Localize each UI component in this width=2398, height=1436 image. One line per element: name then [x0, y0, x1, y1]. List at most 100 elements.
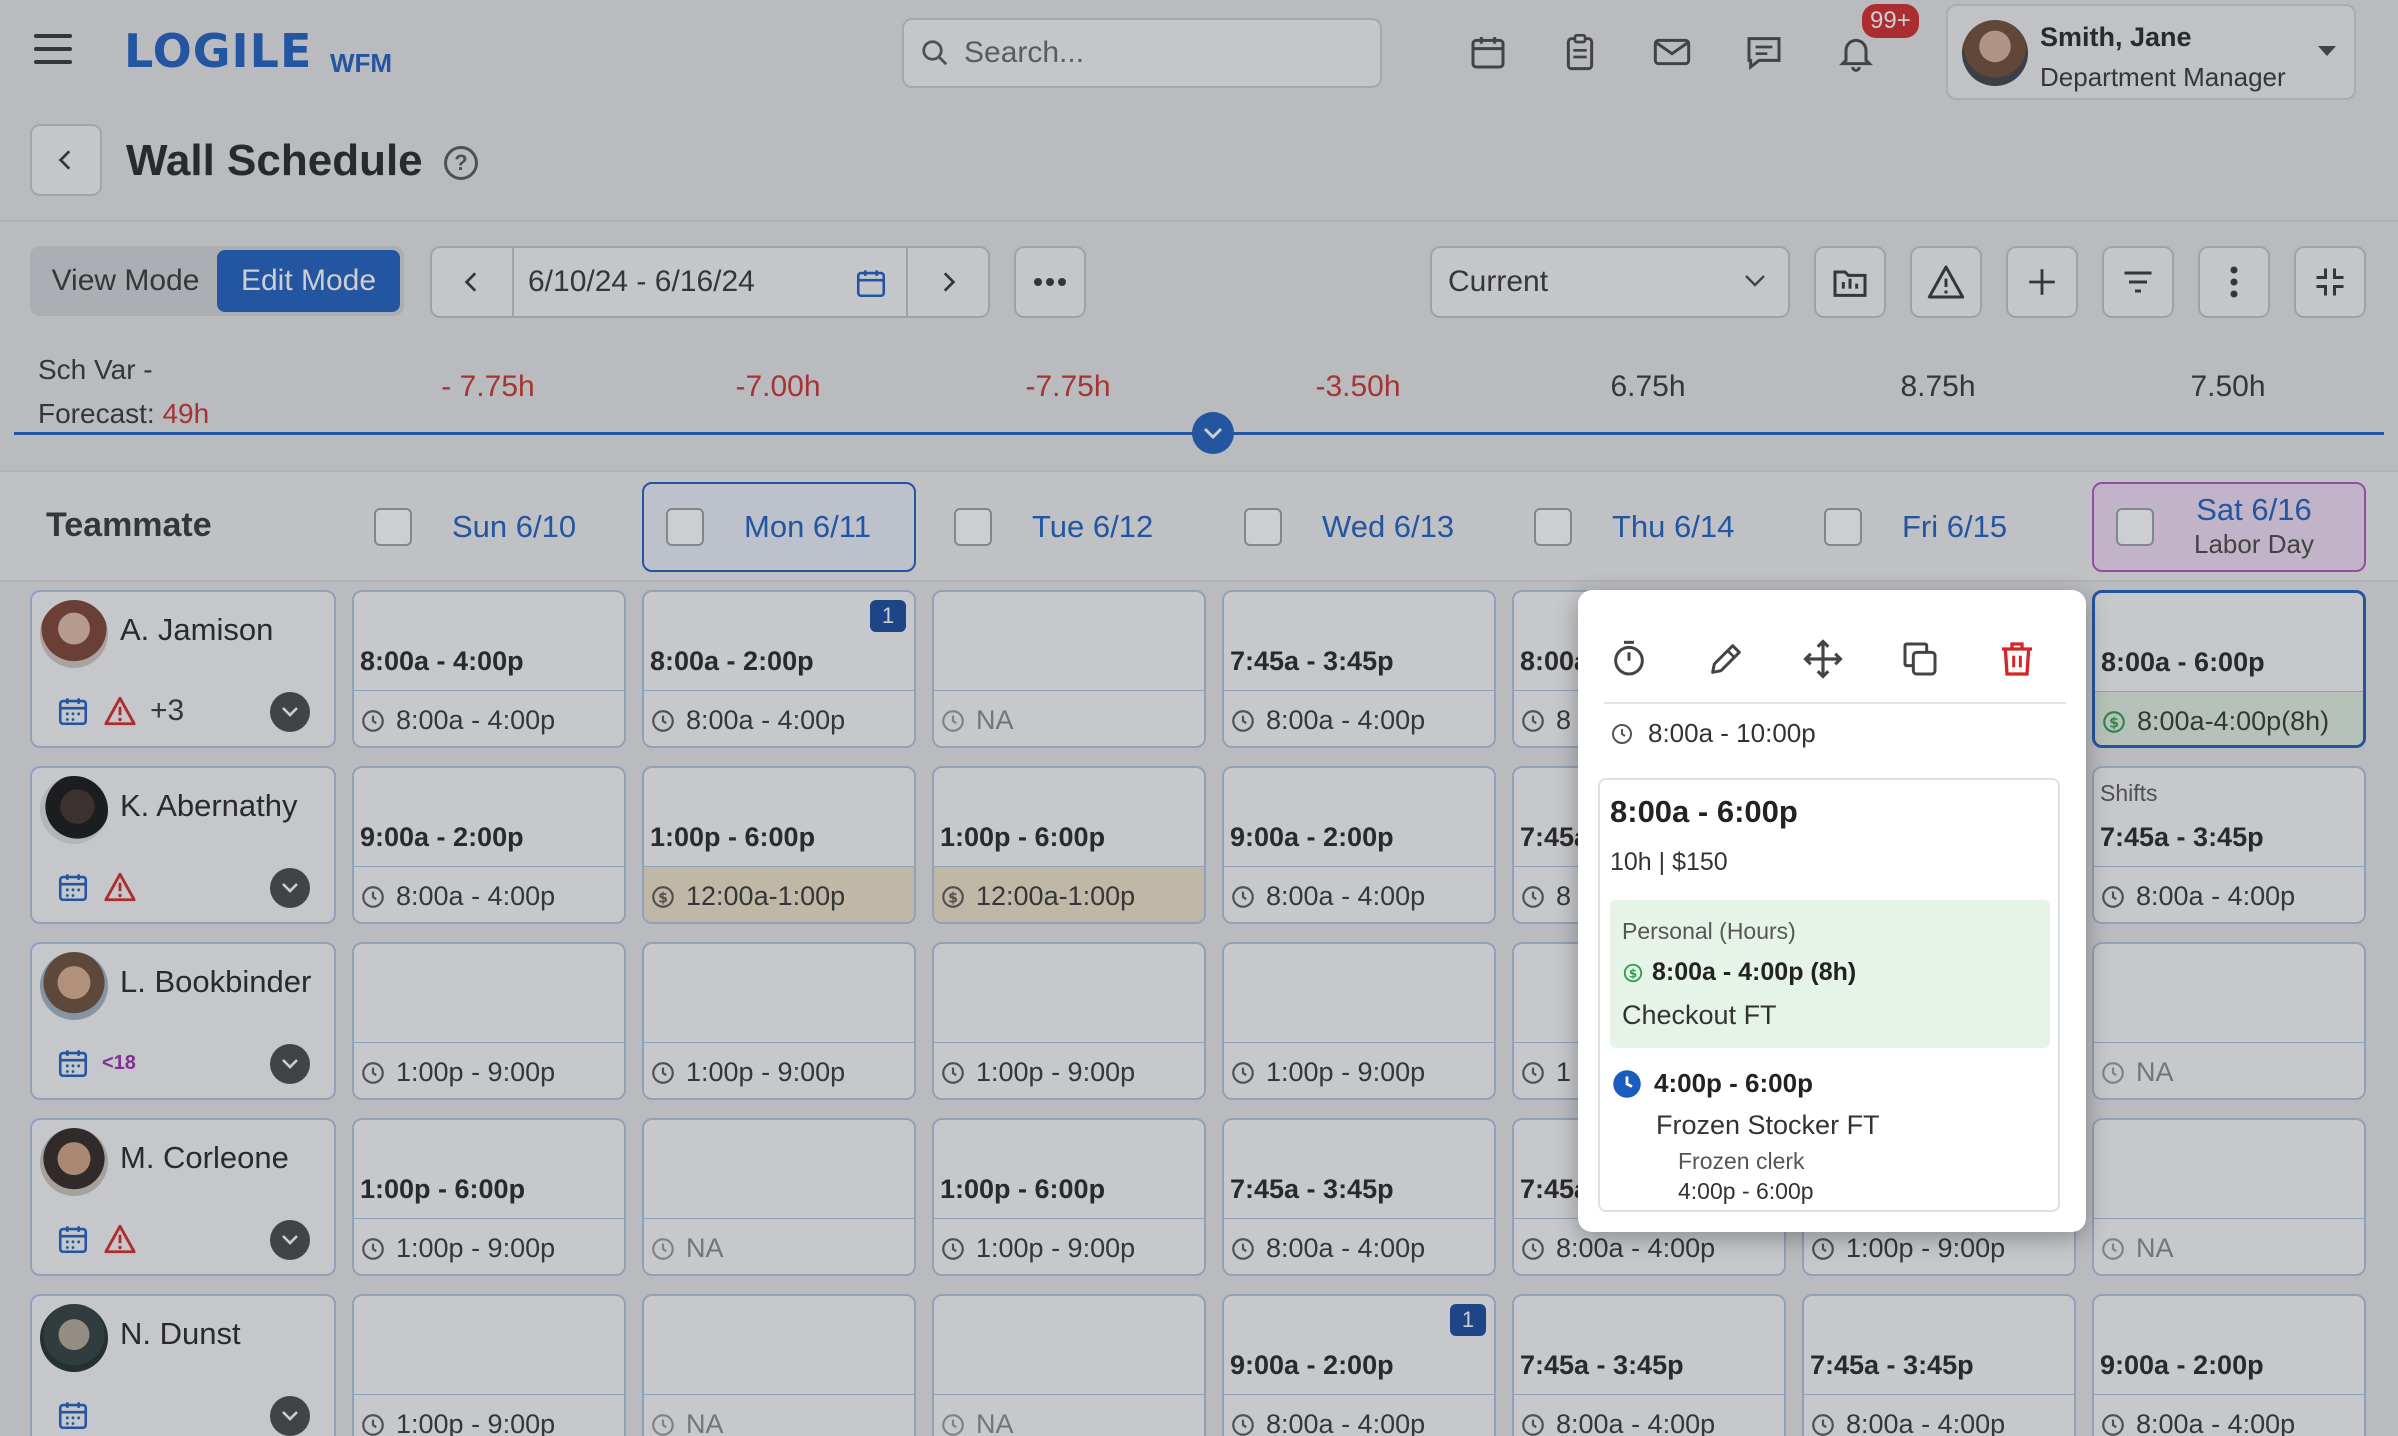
schedule-cell[interactable]: 8:00a - 6:00p $8:00a-4:00p(8h): [2092, 590, 2366, 748]
schedule-cell[interactable]: 8:00a - 4:00p 8:00a - 4:00p: [352, 590, 626, 748]
date-range-field[interactable]: 6/10/24 - 6/16/24: [512, 248, 908, 316]
shift-time[interactable]: 1:00p - 6:00p: [940, 1174, 1105, 1205]
teammate-card[interactable]: N. Dunst: [30, 1294, 336, 1436]
expand-row-button[interactable]: [270, 1220, 310, 1260]
calendar-icon[interactable]: [56, 1222, 90, 1256]
shift-time[interactable]: 8:00a - 2:00p: [650, 646, 814, 677]
shift-time[interactable]: 9:00a - 2:00p: [1230, 822, 1394, 853]
schedule-cell[interactable]: NA: [2092, 1118, 2366, 1276]
schedule-cell[interactable]: 1:00p - 9:00p: [352, 942, 626, 1100]
schedule-cell[interactable]: 9:00a - 2:00p 8:00a - 4:00p: [1222, 766, 1496, 924]
edit-mode-button[interactable]: Edit Mode: [217, 250, 400, 312]
day-checkbox[interactable]: [954, 508, 992, 546]
collapse-variance-button[interactable]: [1192, 412, 1234, 454]
schedule-cell[interactable]: 1:00p - 6:00p $12:00a-1:00p: [932, 766, 1206, 924]
schedule-cell[interactable]: 9:00a - 2:00p 1 8:00a - 4:00p: [1222, 1294, 1496, 1436]
day-checkbox[interactable]: [1824, 508, 1862, 546]
schedule-cell[interactable]: 7:45a - 3:45p 8:00a - 4:00p: [1512, 1294, 1786, 1436]
calendar-icon[interactable]: [56, 870, 90, 904]
day-checkbox[interactable]: [374, 508, 412, 546]
schedule-select[interactable]: Current: [1430, 246, 1790, 318]
calendar-icon[interactable]: [1468, 32, 1508, 74]
schedule-cell[interactable]: 1:00p - 6:00p 1:00p - 9:00p: [932, 1118, 1206, 1276]
shift-time[interactable]: 7:45a - 3:45p: [2100, 822, 2264, 853]
copy-icon[interactable]: [1895, 634, 1945, 684]
expand-row-button[interactable]: [270, 692, 310, 732]
day-checkbox[interactable]: [2116, 508, 2154, 546]
shift-time[interactable]: 7:45a - 3:45p: [1230, 646, 1394, 677]
day-header[interactable]: Thu 6/14: [1512, 482, 1786, 572]
shift-time[interactable]: 8:00a - 6:00p: [2101, 647, 2265, 678]
mail-icon[interactable]: [1652, 32, 1692, 74]
shift-time[interactable]: 9:00a - 2:00p: [1230, 1350, 1394, 1381]
warnings-button[interactable]: [1910, 246, 1982, 318]
next-week-button[interactable]: [908, 248, 988, 316]
view-mode-button[interactable]: View Mode: [34, 250, 217, 312]
calendar-icon[interactable]: [854, 266, 888, 300]
day-header[interactable]: Fri 6/15: [1802, 482, 2076, 572]
teammate-card[interactable]: A. Jamison +3: [30, 590, 336, 748]
report-button[interactable]: [1814, 246, 1886, 318]
calendar-icon[interactable]: [56, 1398, 90, 1432]
help-icon[interactable]: ?: [444, 146, 478, 180]
chat-icon[interactable]: [1744, 32, 1784, 74]
schedule-cell[interactable]: 9:00a - 2:00p 8:00a - 4:00p: [352, 766, 626, 924]
clipboard-icon[interactable]: [1560, 32, 1600, 74]
schedule-cell[interactable]: NA: [932, 590, 1206, 748]
schedule-cell[interactable]: 1:00p - 9:00p: [642, 942, 916, 1100]
edit-icon[interactable]: [1701, 634, 1751, 684]
shift-time[interactable]: 1:00p - 6:00p: [940, 822, 1105, 853]
expand-row-button[interactable]: [270, 1044, 310, 1084]
day-header[interactable]: Tue 6/12: [932, 482, 1206, 572]
prev-week-button[interactable]: [432, 248, 512, 316]
schedule-cell[interactable]: 1:00p - 6:00p $12:00a-1:00p: [642, 766, 916, 924]
user-menu[interactable]: Smith, Jane Department Manager: [1946, 4, 2356, 100]
shift-time[interactable]: 9:00a - 2:00p: [360, 822, 524, 853]
shift-time[interactable]: 1:00p - 6:00p: [650, 822, 815, 853]
teammate-card[interactable]: L. Bookbinder <18: [30, 942, 336, 1100]
expand-row-button[interactable]: [270, 868, 310, 908]
schedule-cell[interactable]: 7:45a - 3:45p 8:00a - 4:00p: [1222, 590, 1496, 748]
move-icon[interactable]: [1798, 634, 1848, 684]
more-options-button[interactable]: [1014, 246, 1086, 318]
schedule-cell[interactable]: NA: [2092, 942, 2366, 1100]
calendar-icon[interactable]: [56, 694, 90, 728]
schedule-cell[interactable]: 8:00a - 2:00p 1 8:00a - 4:00p: [642, 590, 916, 748]
schedule-cell[interactable]: NA: [642, 1118, 916, 1276]
day-checkbox[interactable]: [1534, 508, 1572, 546]
shift-time[interactable]: 7:45a - 3:45p: [1520, 1350, 1684, 1381]
delete-icon[interactable]: [1992, 634, 2042, 684]
schedule-cell[interactable]: 1:00p - 6:00p 1:00p - 9:00p: [352, 1118, 626, 1276]
schedule-cell[interactable]: 1:00p - 9:00p: [1222, 942, 1496, 1100]
collapse-button[interactable]: [2294, 246, 2366, 318]
schedule-cell[interactable]: NA: [642, 1294, 916, 1436]
schedule-cell[interactable]: 7:45a - 3:45p 8:00a - 4:00p: [1802, 1294, 2076, 1436]
shift-time[interactable]: 9:00a - 2:00p: [2100, 1350, 2264, 1381]
calendar-icon[interactable]: [56, 1046, 90, 1080]
shift-time[interactable]: 1:00p - 6:00p: [360, 1174, 525, 1205]
schedule-cell[interactable]: 1:00p - 9:00p: [932, 942, 1206, 1100]
search-input[interactable]: Search...: [902, 18, 1382, 88]
schedule-cell[interactable]: 1:00p - 9:00p: [352, 1294, 626, 1436]
bell-icon[interactable]: [1836, 32, 1876, 74]
popup-shift-card[interactable]: 8:00a - 6:00p 10h | $150 Personal (Hours…: [1598, 778, 2060, 1212]
teammate-card[interactable]: M. Corleone: [30, 1118, 336, 1276]
day-checkbox[interactable]: [1244, 508, 1282, 546]
schedule-cell[interactable]: 7:45a - 3:45p 8:00a - 4:00p: [1222, 1118, 1496, 1276]
add-button[interactable]: [2006, 246, 2078, 318]
shift-time[interactable]: 7:45a - 3:45p: [1230, 1174, 1394, 1205]
teammate-card[interactable]: K. Abernathy: [30, 766, 336, 924]
schedule-cell[interactable]: 9:00a - 2:00p 8:00a - 4:00p: [2092, 1294, 2366, 1436]
shift-time[interactable]: 7:45a - 3:45p: [1810, 1350, 1974, 1381]
day-header[interactable]: Mon 6/11: [642, 482, 916, 572]
schedule-cell[interactable]: Shifts 7:45a - 3:45p 8:00a - 4:00p: [2092, 766, 2366, 924]
day-header[interactable]: Sat 6/16 Labor Day: [2092, 482, 2366, 572]
day-checkbox[interactable]: [666, 508, 704, 546]
filter-button[interactable]: [2102, 246, 2174, 318]
day-header[interactable]: Sun 6/10: [352, 482, 626, 572]
menu-icon[interactable]: [34, 34, 72, 68]
shift-time[interactable]: 8:00a - 4:00p: [360, 646, 524, 677]
timer-icon[interactable]: [1604, 634, 1654, 684]
day-header[interactable]: Wed 6/13: [1222, 482, 1496, 572]
back-button[interactable]: [30, 124, 102, 196]
